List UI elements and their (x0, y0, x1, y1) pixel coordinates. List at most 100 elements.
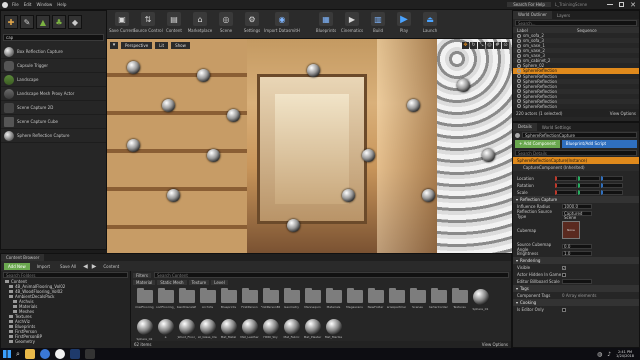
translate-icon[interactable]: ✥ (462, 42, 469, 49)
folder-tile[interactable]: AmbientDecalsPack (177, 288, 196, 316)
visibility-eye-icon[interactable] (517, 38, 521, 43)
asset-tile[interactable]: Mat_Marble (324, 318, 343, 341)
camera-speed-icon[interactable]: ⊙ (502, 42, 509, 49)
filters-button[interactable]: Filters (133, 272, 151, 278)
folder-tile[interactable]: Materials (324, 288, 343, 316)
viewport-options-button[interactable]: ▾ (110, 42, 118, 49)
actor-name-field[interactable]: SphereReflectionCapture (522, 132, 637, 138)
folder-tile[interactable]: FirstPersonBP (261, 288, 280, 316)
scale-y-field[interactable] (578, 190, 600, 195)
tab-details[interactable]: Details (513, 123, 537, 131)
add-component-button[interactable]: + Add Component (515, 140, 560, 148)
asset-tile[interactable]: a (156, 318, 175, 341)
content-button[interactable]: ▤ Content (161, 10, 187, 38)
folder-tile[interactable]: Textures (450, 288, 469, 316)
visible-checkbox[interactable]: ✓ (562, 265, 566, 270)
browser-icon[interactable] (39, 349, 50, 359)
section-cooking[interactable]: ▾ Cooking (513, 299, 639, 306)
maximize-icon[interactable] (619, 2, 625, 7)
tray-volume-icon[interactable]: ♪ (607, 351, 611, 358)
section-reflection-capture[interactable]: ▾ Reflection Capture (513, 196, 639, 203)
tab-content-browser[interactable]: Content Browser (1, 254, 45, 261)
geometry-mode-icon[interactable]: ◆ (68, 15, 82, 29)
add-new-button[interactable]: Add New (4, 262, 30, 270)
list-item[interactable]: Landscape Mesh Proxy Actor (1, 87, 106, 101)
breadcrumb[interactable]: Content (100, 264, 122, 269)
location-x-field[interactable] (555, 176, 577, 181)
tree-item[interactable]: Geometry (1, 339, 130, 344)
ue-logo-icon[interactable] (2, 1, 8, 8)
visibility-eye-icon[interactable] (517, 53, 521, 58)
folder-tile[interactable]: 4B_AnimalFlooring_Vol02 (135, 288, 154, 316)
visibility-eye-icon[interactable] (517, 58, 521, 63)
help-search-hint[interactable]: Search For Help (507, 2, 551, 7)
reflection-capture-sphere[interactable] (162, 99, 175, 112)
reflection-capture-sphere[interactable] (422, 189, 435, 202)
visibility-eye-icon[interactable] (517, 43, 521, 48)
location-z-field[interactable] (601, 176, 623, 181)
blueprints-button[interactable]: ▦ Blueprints (313, 10, 339, 38)
asset-tile[interactable]: Mat_Glass_Clear (198, 318, 217, 341)
world-icon[interactable]: ◎ (486, 42, 493, 49)
visibility-eye-icon[interactable] (517, 79, 521, 84)
component-root[interactable]: SphereReflectionCapture(Instance) (513, 157, 639, 164)
source-angle-field[interactable]: 0.0 (562, 244, 592, 249)
folder-tile[interactable]: 4B_WoodFlooring_Vol02 (156, 288, 175, 316)
reflection-capture-sphere[interactable] (407, 99, 420, 112)
asset-tile[interactable]: Mat_Fabric (282, 318, 301, 341)
outliner-view-options[interactable]: View Options (610, 111, 636, 116)
influence-radius-field[interactable]: 1000.0 (562, 204, 592, 209)
list-item[interactable]: Sphere Reflection Capture (1, 129, 106, 143)
menu-window[interactable]: Window (36, 2, 52, 7)
filter-chip[interactable]: Texture (188, 280, 210, 285)
visibility-eye-icon[interactable] (517, 99, 521, 104)
asset-tile[interactable]: Mat_Plaster (303, 318, 322, 341)
photoshop-icon[interactable] (69, 349, 80, 359)
rotation-z-field[interactable] (601, 183, 623, 188)
asset-tile[interactable]: HDRI_Sky (261, 318, 280, 341)
rotation-y-field[interactable] (578, 183, 600, 188)
rotation-x-field[interactable] (555, 183, 577, 188)
filter-chip[interactable]: Material (133, 280, 156, 285)
section-tags[interactable]: ▾ Tags (513, 285, 639, 292)
menu-edit[interactable]: Edit (24, 2, 32, 7)
outliner-search-input[interactable]: Search... (515, 20, 637, 26)
play-button[interactable]: ▶ Play (391, 10, 417, 38)
location-y-field[interactable] (578, 176, 600, 181)
marketplace-button[interactable]: ⌂ Marketplace (187, 10, 213, 38)
folder-tile[interactable]: FirstPerson (240, 288, 259, 316)
folder-tile[interactable]: Sphere_02 (135, 318, 154, 341)
save-button[interactable]: ▣ Save Current (109, 10, 135, 38)
folder-tile[interactable]: Megascans (345, 288, 364, 316)
cubemap-thumbnail[interactable]: None (562, 221, 580, 239)
scale-x-field[interactable] (555, 190, 577, 195)
forward-icon[interactable]: ▶ (92, 263, 97, 270)
column-label-header[interactable]: Label (517, 28, 577, 33)
unreal-engine-icon[interactable] (54, 349, 65, 359)
folder-search-input[interactable]: Search Folders (3, 272, 128, 278)
scale-icon[interactable]: ⤡ (478, 42, 485, 49)
reflection-capture-sphere[interactable] (307, 64, 320, 77)
menu-file[interactable]: File (12, 2, 19, 7)
import-button[interactable]: Import (34, 264, 53, 269)
folder-tile[interactable]: Blueprints (219, 288, 238, 316)
list-item[interactable]: Landscape (1, 73, 106, 87)
tab-layers[interactable]: Layers (552, 13, 575, 18)
column-type-header[interactable]: Sequence (577, 28, 597, 33)
scale-z-field[interactable] (601, 190, 623, 195)
scene-button[interactable]: ◎ Scene (213, 10, 239, 38)
tab-world-outliner[interactable]: World Outliner (513, 11, 552, 19)
launch-button[interactable]: ⏏ Launch (417, 10, 443, 38)
hidden-in-game-checkbox[interactable] (562, 272, 566, 277)
reflection-capture-sphere[interactable] (127, 139, 140, 152)
table-row[interactable]: SphereReflection (513, 104, 639, 109)
foliage-mode-icon[interactable]: ♣ (52, 15, 66, 29)
menu-help[interactable]: Help (57, 2, 66, 7)
reflection-capture-sphere[interactable] (227, 109, 240, 122)
blueprint-script-button[interactable]: Blueprint/Add Script (561, 140, 637, 148)
cinematics-button[interactable]: ▶ Cinematics (339, 10, 365, 38)
reflection-capture-sphere[interactable] (287, 219, 300, 232)
reflection-capture-sphere[interactable] (482, 149, 495, 162)
show-button[interactable]: Show (171, 42, 190, 49)
modes-search-input[interactable]: cap (3, 33, 104, 41)
